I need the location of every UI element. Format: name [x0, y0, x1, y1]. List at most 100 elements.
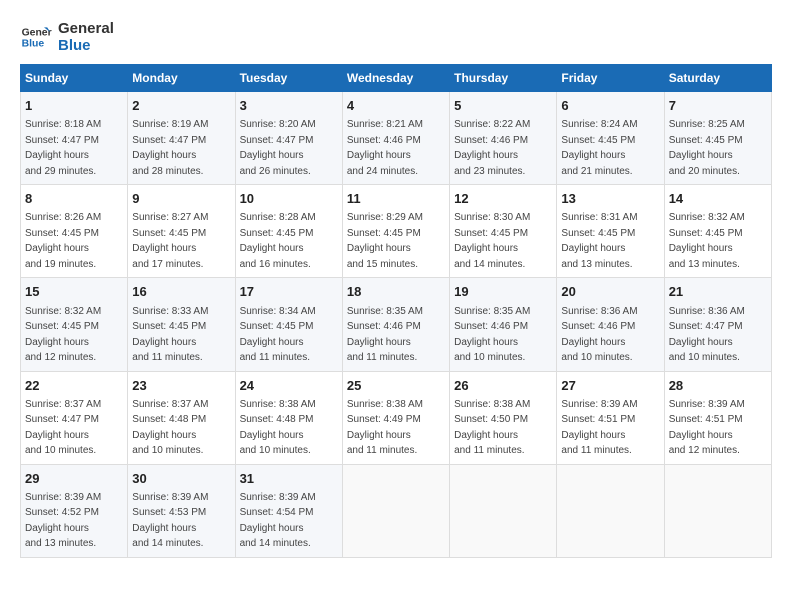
- day-info: Sunrise: 8:37 AMSunset: 4:47 PMDaylight …: [25, 399, 101, 457]
- calendar-cell: 31 Sunrise: 8:39 AMSunset: 4:54 PMDaylig…: [235, 464, 342, 557]
- day-info: Sunrise: 8:36 AMSunset: 4:46 PMDaylight …: [561, 306, 637, 364]
- day-number: 30: [132, 470, 230, 488]
- calendar-cell: 6 Sunrise: 8:24 AMSunset: 4:45 PMDayligh…: [557, 92, 664, 185]
- day-info: Sunrise: 8:26 AMSunset: 4:45 PMDaylight …: [25, 212, 101, 270]
- day-number: 3: [240, 97, 338, 115]
- day-info: Sunrise: 8:19 AMSunset: 4:47 PMDaylight …: [132, 119, 208, 177]
- calendar-cell: 5 Sunrise: 8:22 AMSunset: 4:46 PMDayligh…: [450, 92, 557, 185]
- day-number: 14: [669, 190, 767, 208]
- day-number: 20: [561, 283, 659, 301]
- calendar-cell: 9 Sunrise: 8:27 AMSunset: 4:45 PMDayligh…: [128, 185, 235, 278]
- day-number: 23: [132, 377, 230, 395]
- day-number: 7: [669, 97, 767, 115]
- day-number: 21: [669, 283, 767, 301]
- day-number: 5: [454, 97, 552, 115]
- day-number: 12: [454, 190, 552, 208]
- day-info: Sunrise: 8:39 AMSunset: 4:52 PMDaylight …: [25, 492, 101, 550]
- calendar-cell: 19 Sunrise: 8:35 AMSunset: 4:46 PMDaylig…: [450, 278, 557, 371]
- weekday-header-friday: Friday: [557, 65, 664, 92]
- day-number: 31: [240, 470, 338, 488]
- day-info: Sunrise: 8:38 AMSunset: 4:48 PMDaylight …: [240, 399, 316, 457]
- calendar-table: SundayMondayTuesdayWednesdayThursdayFrid…: [20, 64, 772, 558]
- calendar-week-row: 1 Sunrise: 8:18 AMSunset: 4:47 PMDayligh…: [21, 92, 772, 185]
- calendar-cell: 28 Sunrise: 8:39 AMSunset: 4:51 PMDaylig…: [664, 371, 771, 464]
- weekday-header-thursday: Thursday: [450, 65, 557, 92]
- calendar-cell: 3 Sunrise: 8:20 AMSunset: 4:47 PMDayligh…: [235, 92, 342, 185]
- day-number: 6: [561, 97, 659, 115]
- day-number: 25: [347, 377, 445, 395]
- day-info: Sunrise: 8:38 AMSunset: 4:49 PMDaylight …: [347, 399, 423, 457]
- calendar-week-row: 8 Sunrise: 8:26 AMSunset: 4:45 PMDayligh…: [21, 185, 772, 278]
- day-number: 18: [347, 283, 445, 301]
- logo-blue: Blue: [58, 37, 114, 54]
- page-header: General Blue General Blue: [20, 20, 772, 54]
- calendar-cell: 11 Sunrise: 8:29 AMSunset: 4:45 PMDaylig…: [342, 185, 449, 278]
- calendar-cell: 24 Sunrise: 8:38 AMSunset: 4:48 PMDaylig…: [235, 371, 342, 464]
- day-info: Sunrise: 8:30 AMSunset: 4:45 PMDaylight …: [454, 212, 530, 270]
- calendar-cell: 25 Sunrise: 8:38 AMSunset: 4:49 PMDaylig…: [342, 371, 449, 464]
- calendar-cell: 30 Sunrise: 8:39 AMSunset: 4:53 PMDaylig…: [128, 464, 235, 557]
- calendar-cell: 16 Sunrise: 8:33 AMSunset: 4:45 PMDaylig…: [128, 278, 235, 371]
- calendar-cell: 17 Sunrise: 8:34 AMSunset: 4:45 PMDaylig…: [235, 278, 342, 371]
- calendar-cell: [664, 464, 771, 557]
- day-info: Sunrise: 8:39 AMSunset: 4:51 PMDaylight …: [561, 399, 637, 457]
- calendar-cell: 21 Sunrise: 8:36 AMSunset: 4:47 PMDaylig…: [664, 278, 771, 371]
- day-number: 15: [25, 283, 123, 301]
- day-info: Sunrise: 8:32 AMSunset: 4:45 PMDaylight …: [25, 306, 101, 364]
- day-info: Sunrise: 8:35 AMSunset: 4:46 PMDaylight …: [347, 306, 423, 364]
- calendar-cell: 26 Sunrise: 8:38 AMSunset: 4:50 PMDaylig…: [450, 371, 557, 464]
- day-number: 24: [240, 377, 338, 395]
- calendar-cell: [557, 464, 664, 557]
- day-info: Sunrise: 8:18 AMSunset: 4:47 PMDaylight …: [25, 119, 101, 177]
- day-info: Sunrise: 8:37 AMSunset: 4:48 PMDaylight …: [132, 399, 208, 457]
- day-info: Sunrise: 8:34 AMSunset: 4:45 PMDaylight …: [240, 306, 316, 364]
- day-info: Sunrise: 8:21 AMSunset: 4:46 PMDaylight …: [347, 119, 423, 177]
- calendar-cell: 29 Sunrise: 8:39 AMSunset: 4:52 PMDaylig…: [21, 464, 128, 557]
- day-number: 19: [454, 283, 552, 301]
- weekday-header-saturday: Saturday: [664, 65, 771, 92]
- calendar-week-row: 29 Sunrise: 8:39 AMSunset: 4:52 PMDaylig…: [21, 464, 772, 557]
- day-number: 10: [240, 190, 338, 208]
- day-info: Sunrise: 8:22 AMSunset: 4:46 PMDaylight …: [454, 119, 530, 177]
- calendar-cell: 10 Sunrise: 8:28 AMSunset: 4:45 PMDaylig…: [235, 185, 342, 278]
- day-info: Sunrise: 8:33 AMSunset: 4:45 PMDaylight …: [132, 306, 208, 364]
- day-info: Sunrise: 8:35 AMSunset: 4:46 PMDaylight …: [454, 306, 530, 364]
- weekday-header-wednesday: Wednesday: [342, 65, 449, 92]
- logo: General Blue General Blue: [20, 20, 114, 54]
- day-info: Sunrise: 8:24 AMSunset: 4:45 PMDaylight …: [561, 119, 637, 177]
- day-info: Sunrise: 8:25 AMSunset: 4:45 PMDaylight …: [669, 119, 745, 177]
- calendar-cell: 2 Sunrise: 8:19 AMSunset: 4:47 PMDayligh…: [128, 92, 235, 185]
- calendar-cell: 23 Sunrise: 8:37 AMSunset: 4:48 PMDaylig…: [128, 371, 235, 464]
- day-info: Sunrise: 8:29 AMSunset: 4:45 PMDaylight …: [347, 212, 423, 270]
- day-info: Sunrise: 8:39 AMSunset: 4:53 PMDaylight …: [132, 492, 208, 550]
- calendar-cell: 15 Sunrise: 8:32 AMSunset: 4:45 PMDaylig…: [21, 278, 128, 371]
- day-info: Sunrise: 8:27 AMSunset: 4:45 PMDaylight …: [132, 212, 208, 270]
- calendar-cell: [342, 464, 449, 557]
- weekday-header-tuesday: Tuesday: [235, 65, 342, 92]
- day-info: Sunrise: 8:36 AMSunset: 4:47 PMDaylight …: [669, 306, 745, 364]
- day-info: Sunrise: 8:32 AMSunset: 4:45 PMDaylight …: [669, 212, 745, 270]
- day-number: 16: [132, 283, 230, 301]
- day-info: Sunrise: 8:28 AMSunset: 4:45 PMDaylight …: [240, 212, 316, 270]
- weekday-header-sunday: Sunday: [21, 65, 128, 92]
- weekday-header-monday: Monday: [128, 65, 235, 92]
- day-number: 13: [561, 190, 659, 208]
- day-number: 9: [132, 190, 230, 208]
- calendar-cell: [450, 464, 557, 557]
- day-number: 27: [561, 377, 659, 395]
- logo-icon: General Blue: [20, 21, 52, 53]
- day-number: 29: [25, 470, 123, 488]
- day-number: 26: [454, 377, 552, 395]
- calendar-cell: 20 Sunrise: 8:36 AMSunset: 4:46 PMDaylig…: [557, 278, 664, 371]
- calendar-cell: 22 Sunrise: 8:37 AMSunset: 4:47 PMDaylig…: [21, 371, 128, 464]
- day-info: Sunrise: 8:31 AMSunset: 4:45 PMDaylight …: [561, 212, 637, 270]
- calendar-week-row: 22 Sunrise: 8:37 AMSunset: 4:47 PMDaylig…: [21, 371, 772, 464]
- day-number: 8: [25, 190, 123, 208]
- day-number: 22: [25, 377, 123, 395]
- day-info: Sunrise: 8:39 AMSunset: 4:54 PMDaylight …: [240, 492, 316, 550]
- day-info: Sunrise: 8:38 AMSunset: 4:50 PMDaylight …: [454, 399, 530, 457]
- day-info: Sunrise: 8:39 AMSunset: 4:51 PMDaylight …: [669, 399, 745, 457]
- calendar-cell: 1 Sunrise: 8:18 AMSunset: 4:47 PMDayligh…: [21, 92, 128, 185]
- day-number: 1: [25, 97, 123, 115]
- calendar-cell: 27 Sunrise: 8:39 AMSunset: 4:51 PMDaylig…: [557, 371, 664, 464]
